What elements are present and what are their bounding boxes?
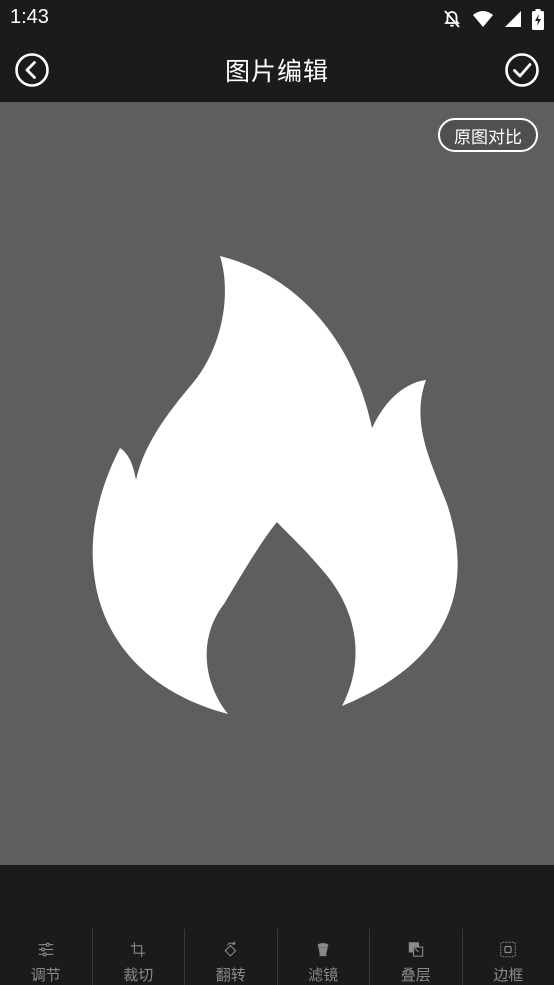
tool-frame[interactable]: 边框	[461, 929, 554, 985]
adjust-sliders-icon	[38, 942, 54, 957]
app-bar: 图片编辑	[0, 38, 554, 102]
tool-label: 裁切	[123, 966, 154, 984]
image-canvas[interactable]: 原图对比	[0, 102, 554, 865]
frame-icon	[500, 941, 517, 958]
crop-icon	[130, 942, 146, 957]
status-time: 1:43	[10, 6, 49, 28]
wifi-icon	[473, 11, 493, 27]
battery-charging-icon	[532, 8, 544, 30]
notifications-off-icon	[444, 10, 460, 28]
tool-label: 翻转	[215, 966, 246, 984]
filter-icon	[317, 943, 329, 957]
tool-filter[interactable]: 滤镜	[276, 929, 370, 985]
tool-label: 调节	[30, 966, 61, 984]
tool-adjust[interactable]: 调节	[0, 929, 92, 985]
rotate-icon	[224, 941, 237, 957]
tool-crop[interactable]: 裁切	[91, 929, 185, 985]
flame-icon	[92, 256, 458, 714]
tool-label: 滤镜	[308, 966, 339, 984]
tool-overlay[interactable]: 叠层	[369, 929, 462, 985]
confirm-button[interactable]	[504, 52, 540, 88]
page-title: 图片编辑	[224, 57, 329, 86]
bottom-toolbar: 调节 裁切 翻转 滤镜 叠层 边框	[0, 865, 554, 985]
status-icons	[442, 8, 544, 30]
cellular-signal-icon	[505, 11, 521, 27]
compare-original-button[interactable]: 原图对比	[438, 118, 538, 152]
tool-rotate[interactable]: 翻转	[184, 929, 277, 985]
tool-label: 叠层	[400, 966, 431, 984]
tool-label: 边框	[493, 966, 524, 984]
status-bar: 1:43	[0, 0, 554, 38]
check-icon	[505, 53, 539, 87]
overlay-icon	[408, 942, 423, 957]
tool-list: 调节 裁切 翻转 滤镜 叠层 边框	[0, 929, 554, 985]
